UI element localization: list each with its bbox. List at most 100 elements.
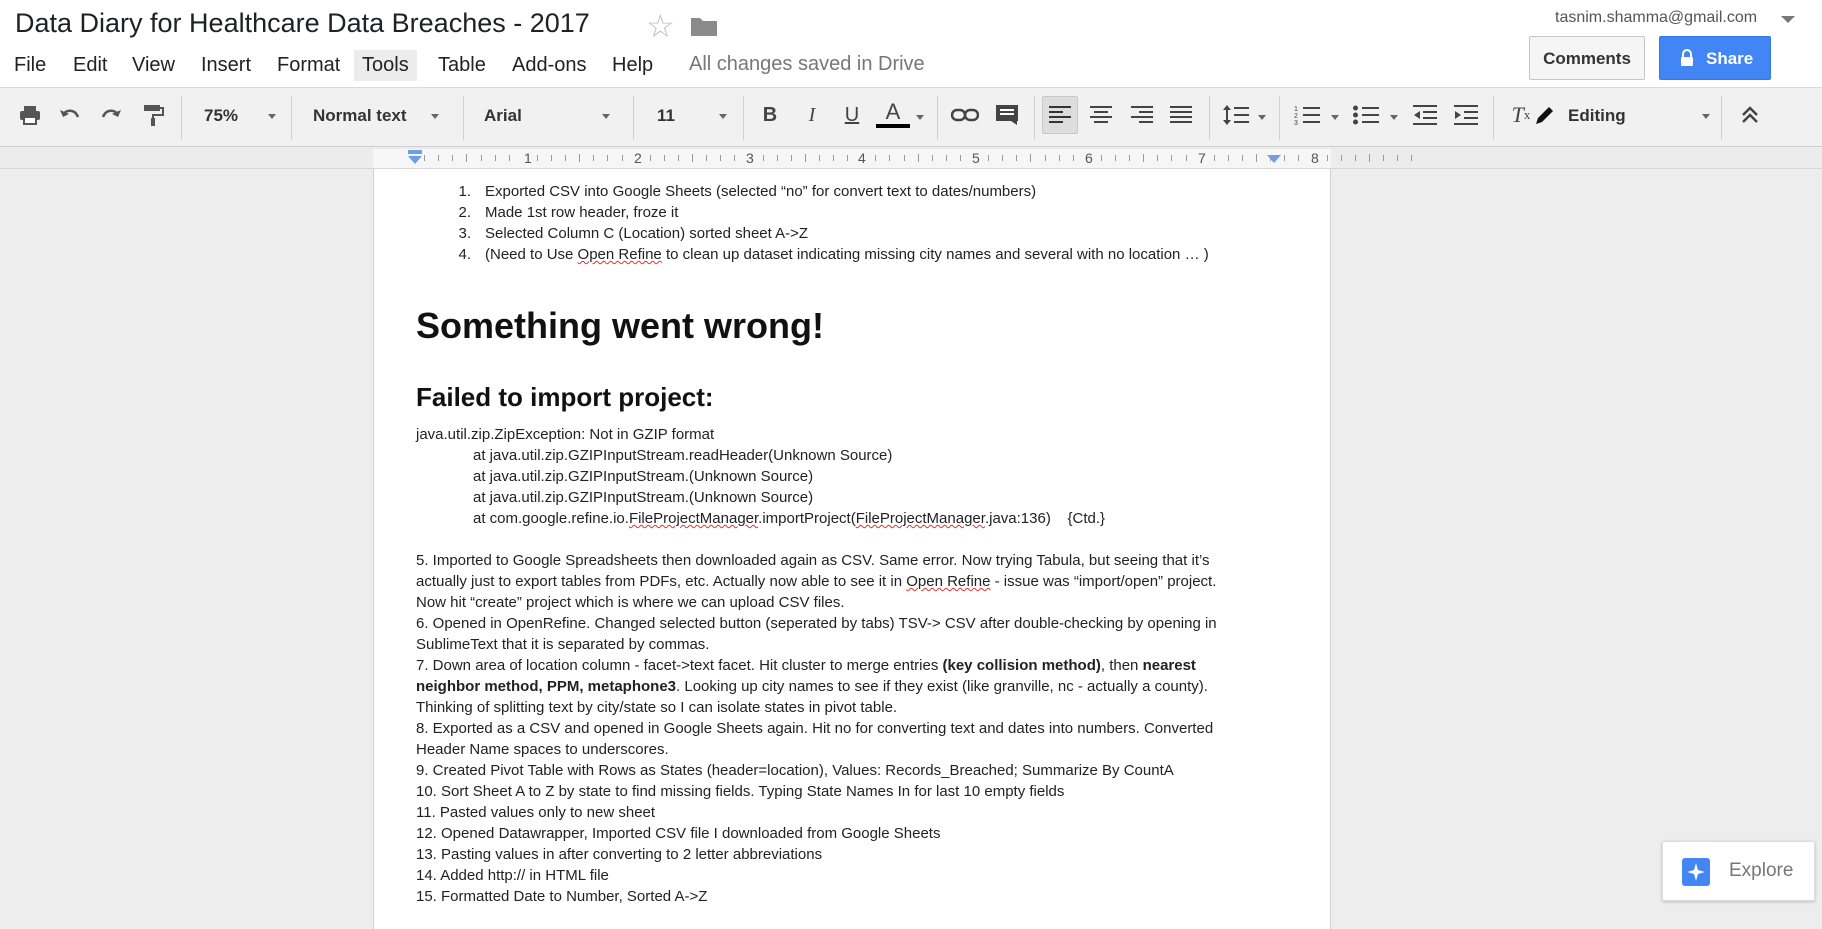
menu-tools[interactable]: Tools — [354, 50, 417, 81]
left-indent-marker-icon[interactable] — [406, 150, 424, 166]
ruler-tick — [720, 155, 722, 161]
editing-mode-select[interactable]: Editing — [1568, 100, 1710, 132]
right-indent-marker-icon[interactable] — [1266, 153, 1282, 165]
redo-icon[interactable] — [96, 100, 126, 130]
ruler-number: 3 — [746, 150, 754, 166]
chevron-down-icon — [602, 114, 610, 119]
comments-button[interactable]: Comments — [1529, 36, 1645, 80]
chevron-down-icon — [1702, 114, 1710, 119]
font-size-value: 11 — [657, 106, 675, 125]
increase-indent-icon[interactable] — [1451, 100, 1481, 130]
ruler-tick — [889, 155, 891, 161]
ruler-tick — [917, 154, 919, 162]
ruler-tick — [466, 154, 468, 162]
ruler-tick — [762, 155, 764, 161]
text-color-icon[interactable]: A — [876, 100, 910, 130]
paragraph-style-select[interactable]: Normal text — [313, 100, 443, 132]
misspelled-word[interactable]: Open Refine — [578, 246, 662, 263]
print-icon[interactable] — [15, 100, 45, 130]
toolbar-divider — [463, 96, 464, 140]
zoom-select[interactable]: 75% — [204, 100, 280, 132]
account-dropdown-icon[interactable] — [1781, 16, 1795, 23]
chevron-down-icon[interactable] — [1331, 115, 1339, 120]
list-item: 1. Exported CSV into Google Sheets (selec… — [458, 183, 1037, 200]
line-spacing-icon[interactable] — [1221, 100, 1251, 130]
chevron-down-icon[interactable] — [1258, 115, 1266, 120]
italic-icon[interactable]: I — [797, 100, 827, 130]
ruler-tick — [607, 155, 609, 161]
collapse-menus-icon[interactable] — [1735, 100, 1765, 130]
stack-trace-line: at com.google.refine.io.FileProjectManag… — [473, 510, 1106, 527]
comment-icon[interactable] — [992, 100, 1022, 130]
align-right-icon[interactable] — [1127, 100, 1157, 130]
ruler-tick — [959, 155, 961, 161]
paint-format-icon[interactable] — [138, 100, 168, 130]
menu-insert[interactable]: Insert — [193, 50, 259, 81]
ruler-tick — [1241, 155, 1243, 161]
ruler-number: 1 — [524, 150, 532, 166]
ruler-tick — [1340, 155, 1342, 161]
bulleted-list-icon[interactable] — [1351, 100, 1381, 130]
svg-text:1: 1 — [1294, 106, 1298, 113]
menu-edit[interactable]: Edit — [65, 50, 115, 81]
align-justify-icon[interactable] — [1166, 100, 1196, 130]
explore-button[interactable]: Explore — [1662, 841, 1815, 901]
menu-view[interactable]: View — [124, 50, 183, 81]
ruler-tick — [875, 155, 877, 161]
align-left-icon[interactable] — [1042, 96, 1078, 134]
toolbar-divider — [633, 96, 634, 140]
list-item: 4. (Need to Use Open Refine to clean up d… — [458, 246, 1209, 263]
menu-format[interactable]: Format — [269, 50, 348, 81]
chevron-down-icon[interactable] — [916, 115, 924, 120]
ruler-tick — [1100, 155, 1102, 161]
toolbar-divider — [743, 96, 744, 140]
font-size-select[interactable]: 11 — [657, 100, 729, 132]
document-page[interactable]: 1. Exported CSV into Google Sheets (selec… — [373, 169, 1331, 929]
paragraph-line: Now hit “create” project which is where … — [416, 594, 845, 611]
ruler-tick — [1256, 154, 1257, 162]
ruler-tick — [1382, 155, 1384, 161]
menu-addons[interactable]: Add-ons — [504, 50, 595, 81]
font-select[interactable]: Arial — [484, 100, 614, 132]
ruler-tick — [649, 155, 651, 161]
bold-icon[interactable]: B — [755, 100, 785, 130]
align-center-icon[interactable] — [1086, 100, 1116, 130]
ruler-tick — [508, 155, 510, 161]
underline-icon[interactable]: U — [837, 100, 867, 130]
ruler-tick — [438, 155, 440, 161]
paragraph-line: 14. Added http:// in HTML file — [416, 867, 609, 884]
chevron-down-icon — [431, 114, 439, 119]
paragraph-line: actually just to export tables from PDFs… — [416, 573, 1217, 590]
save-status[interactable]: All changes saved in Drive — [689, 53, 925, 76]
undo-icon[interactable] — [55, 100, 85, 130]
ruler-tick — [1044, 155, 1046, 161]
document-title[interactable]: Data Diary for Healthcare Data Breaches … — [15, 8, 590, 39]
menu-table[interactable]: Table — [430, 50, 494, 81]
ruler-tick — [903, 155, 905, 161]
ruler-tick — [565, 155, 567, 161]
ruler[interactable]: 1 2 3 4 5 6 7 8 — [0, 147, 1822, 169]
account-email[interactable]: tasnim.shamma@gmail.com — [1555, 9, 1757, 27]
folder-icon[interactable] — [690, 15, 718, 37]
explore-icon — [1682, 858, 1710, 886]
link-icon[interactable] — [950, 100, 980, 130]
ruler-tick — [945, 155, 947, 161]
numbered-list-icon[interactable]: 123 — [1292, 100, 1322, 130]
ruler-number: 4 — [858, 150, 866, 166]
share-button[interactable]: Share — [1659, 36, 1771, 80]
star-icon[interactable]: ☆ — [646, 10, 675, 42]
chevron-down-icon[interactable] — [1390, 115, 1398, 120]
ruler-tick — [494, 155, 496, 161]
decrease-indent-icon[interactable] — [1410, 100, 1440, 130]
list-item: 3. Selected Column C (Location) sorted sh… — [458, 225, 809, 242]
paragraph-line: SublimeText that it is separated by comm… — [416, 636, 710, 653]
menu-help[interactable]: Help — [604, 50, 661, 81]
ruler-number: 2 — [634, 150, 642, 166]
ruler-tick — [1171, 155, 1173, 161]
ruler-number: 7 — [1198, 150, 1206, 166]
ruler-tick — [1016, 155, 1018, 161]
menu-file[interactable]: File — [6, 50, 54, 81]
pencil-icon[interactable] — [1530, 100, 1560, 130]
ruler-tick — [480, 155, 482, 161]
ruler-tick — [551, 155, 552, 161]
